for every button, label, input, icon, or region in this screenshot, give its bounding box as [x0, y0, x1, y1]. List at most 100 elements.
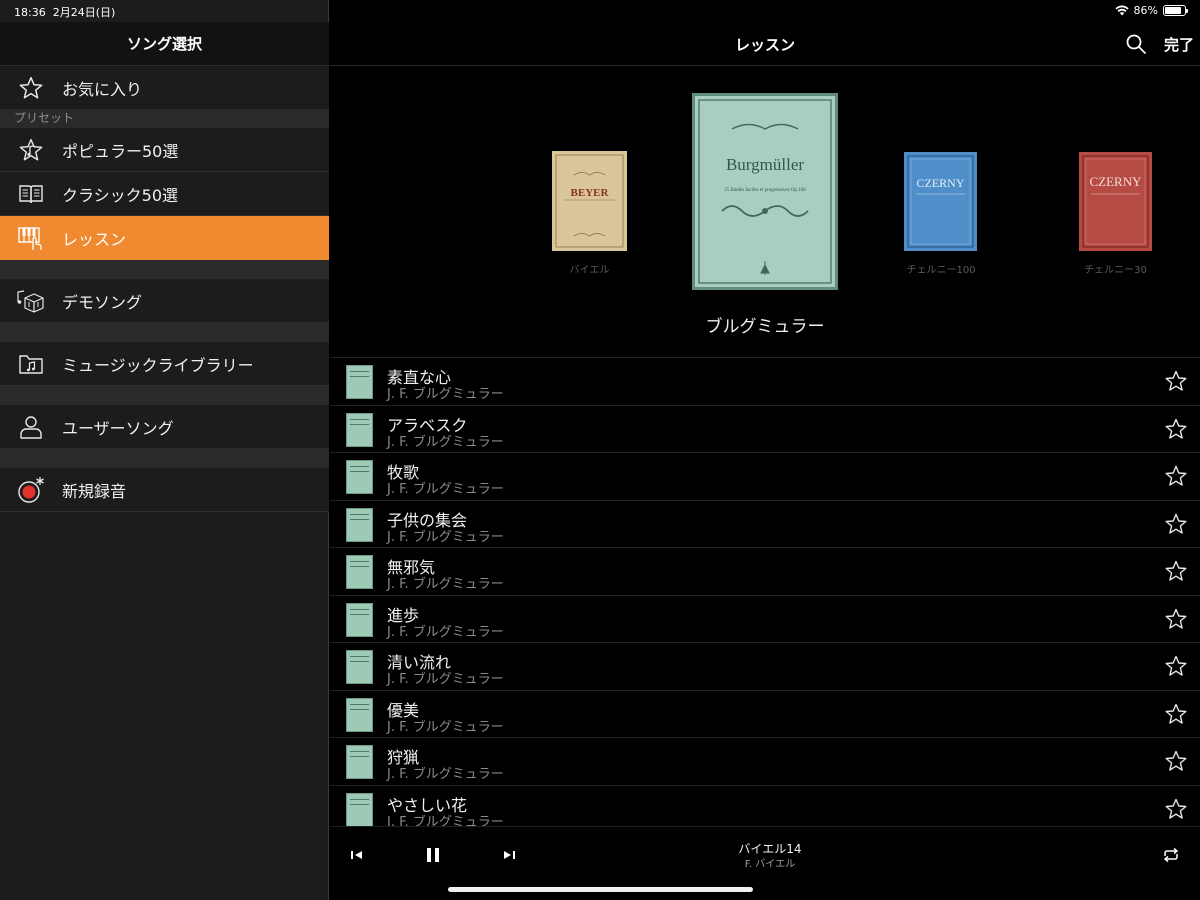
favorite-star-icon[interactable]	[1164, 654, 1188, 678]
main-panel: レッスン 完了 BEYER バイエル Burgmüller 25 Etudes …	[330, 0, 1200, 900]
song-list: 素直な心 J. F. ブルグミュラー アラベスク J. F. ブルグミュラー 牧歌 J. …	[330, 357, 1200, 832]
song-row[interactable]: 無邪気 J. F. ブルグミュラー	[330, 547, 1200, 595]
song-book-thumbnail	[346, 792, 373, 827]
song-row[interactable]: 牧歌 J. F. ブルグミュラー	[330, 452, 1200, 500]
song-row[interactable]: 子供の集会 J. F. ブルグミュラー	[330, 499, 1200, 548]
song-artist: J. F. ブルグミュラー	[387, 672, 504, 687]
sidebar-item-label: デモソング	[62, 292, 143, 312]
sidebar-item-new-recording[interactable]: 新規録音	[0, 468, 329, 512]
song-row[interactable]: 優美 J. F. ブルグミュラー	[330, 689, 1200, 738]
sidebar-item-label: ポピュラー50選	[62, 141, 179, 161]
status-time: 18:36 2月24日(日)	[14, 6, 116, 19]
book-czerny-100[interactable]: CZERNY	[904, 152, 977, 251]
battery-level	[1165, 7, 1182, 14]
book-cover-czerny-30: CZERNY	[1079, 152, 1152, 251]
favorite-star-icon[interactable]	[1164, 369, 1188, 393]
page-title: レッスン	[734, 36, 795, 54]
battery-icon	[1163, 5, 1188, 16]
sidebar-title: ソング選択	[0, 22, 329, 66]
previous-icon[interactable]	[350, 849, 364, 861]
book-cover-beyer: BEYER	[552, 151, 627, 251]
sidebar-item-music-library[interactable]: ミュージックライブラリー	[0, 342, 329, 386]
song-book-thumbnail	[346, 602, 373, 637]
song-book-thumbnail	[346, 555, 373, 589]
next-icon[interactable]	[502, 849, 516, 861]
sidebar-item-label: お気に入り	[62, 79, 143, 99]
star-icon	[19, 76, 43, 99]
favorite-star-icon[interactable]	[1164, 797, 1188, 821]
sidebar-item-popular[interactable]: ポピュラー50選	[0, 128, 329, 172]
section-header-preset: プリセット	[0, 109, 329, 128]
sidebar-item-lesson[interactable]: レッスン	[0, 216, 329, 260]
sidebar-item-label: レッスン	[62, 230, 127, 249]
book-cover-title: BEYER	[571, 187, 610, 199]
nav-bar: レッスン 完了	[330, 22, 1200, 66]
battery-percent: 86%	[1133, 4, 1158, 17]
song-book-thumbnail	[346, 697, 373, 732]
book-cover-burgmuller: Burgmüller 25 Etudes faciles et progress…	[692, 93, 838, 290]
sidebar-item-label: 新規録音	[62, 481, 127, 501]
song-book-thumbnail	[346, 365, 373, 399]
status-bar: 18:36 2月24日(日) 86%	[0, 0, 1200, 22]
song-artist: J. F. ブルグミュラー	[387, 482, 504, 497]
book-caption: バイエル	[569, 265, 610, 276]
book-caption: チェルニー30	[1084, 265, 1147, 276]
song-artist: J. F. ブルグミュラー	[387, 624, 504, 640]
home-indicator	[448, 887, 753, 892]
favorite-star-icon[interactable]	[1164, 512, 1188, 536]
repeat-icon[interactable]	[1162, 847, 1180, 863]
favorite-star-icon[interactable]	[1164, 749, 1188, 773]
song-row[interactable]: アラベスク J. F. ブルグミュラー	[330, 404, 1200, 453]
star-music-note-icon	[19, 138, 43, 160]
song-artist: J. F. ブルグミュラー	[387, 387, 504, 402]
favorite-star-icon[interactable]	[1164, 417, 1188, 441]
done-button[interactable]: 完了	[1164, 34, 1194, 55]
song-artist: J. F. ブルグミュラー	[387, 767, 504, 782]
book-icon	[19, 184, 43, 203]
book-beyer[interactable]: BEYER	[552, 151, 627, 251]
sidebar-item-label: ミュージックライブラリー	[62, 355, 254, 375]
song-artist: J. F. ブルグミュラー	[387, 529, 504, 545]
sidebar-item-label: ユーザーソング	[62, 418, 174, 438]
song-book-thumbnail	[346, 460, 373, 494]
song-book-thumbnail	[346, 745, 373, 779]
sidebar-item-favorites[interactable]: お気に入り	[0, 66, 329, 110]
record-icon	[18, 476, 44, 503]
song-book-thumbnail	[346, 507, 373, 542]
song-row[interactable]: 進歩 J. F. ブルグミュラー	[330, 594, 1200, 643]
piano-hand-icon	[18, 227, 42, 250]
book-cover-title: Burgmüller	[726, 155, 804, 174]
song-book-thumbnail	[346, 412, 373, 447]
wifi-icon	[1114, 5, 1129, 16]
book-burgmuller[interactable]: Burgmüller 25 Etudes faciles et progress…	[692, 93, 838, 290]
divider	[0, 260, 329, 279]
song-row[interactable]: 狩猟 J. F. ブルグミュラー	[330, 737, 1200, 785]
book-cover-czerny-100: CZERNY	[904, 152, 977, 251]
sidebar-item-user-songs[interactable]: ユーザーソング	[0, 405, 329, 449]
now-playing-artist: F. バイエル	[744, 859, 796, 870]
song-artist: J. F. ブルグミュラー	[387, 719, 504, 735]
pause-icon[interactable]	[426, 847, 440, 863]
book-cover-title: CZERNY	[1090, 174, 1143, 189]
selected-book-title: ブルグミュラー	[705, 317, 825, 337]
favorite-star-icon[interactable]	[1164, 702, 1188, 726]
book-cover-title: CZERNY	[917, 176, 965, 190]
song-book-thumbnail	[346, 650, 373, 684]
book-czerny-30[interactable]: CZERNY	[1079, 152, 1152, 251]
divider	[0, 449, 329, 468]
user-icon	[20, 415, 42, 439]
sidebar-item-classic[interactable]: クラシック50選	[0, 172, 329, 216]
search-icon[interactable]	[1124, 32, 1148, 56]
divider	[0, 323, 329, 342]
favorite-star-icon[interactable]	[1164, 464, 1188, 488]
divider	[0, 386, 329, 405]
song-row[interactable]: やさしい花 J. F. ブルグミュラー	[330, 784, 1200, 833]
favorite-star-icon[interactable]	[1164, 607, 1188, 631]
song-row[interactable]: 清い流れ J. F. ブルグミュラー	[330, 642, 1200, 690]
song-row[interactable]: 素直な心 J. F. ブルグミュラー	[330, 357, 1200, 405]
sidebar-item-demo[interactable]: デモソング	[0, 279, 329, 323]
sidebar-item-label: クラシック50選	[62, 185, 179, 205]
music-cube-icon	[17, 289, 44, 313]
book-caption: チェルニー100	[906, 265, 976, 276]
favorite-star-icon[interactable]	[1164, 559, 1188, 583]
